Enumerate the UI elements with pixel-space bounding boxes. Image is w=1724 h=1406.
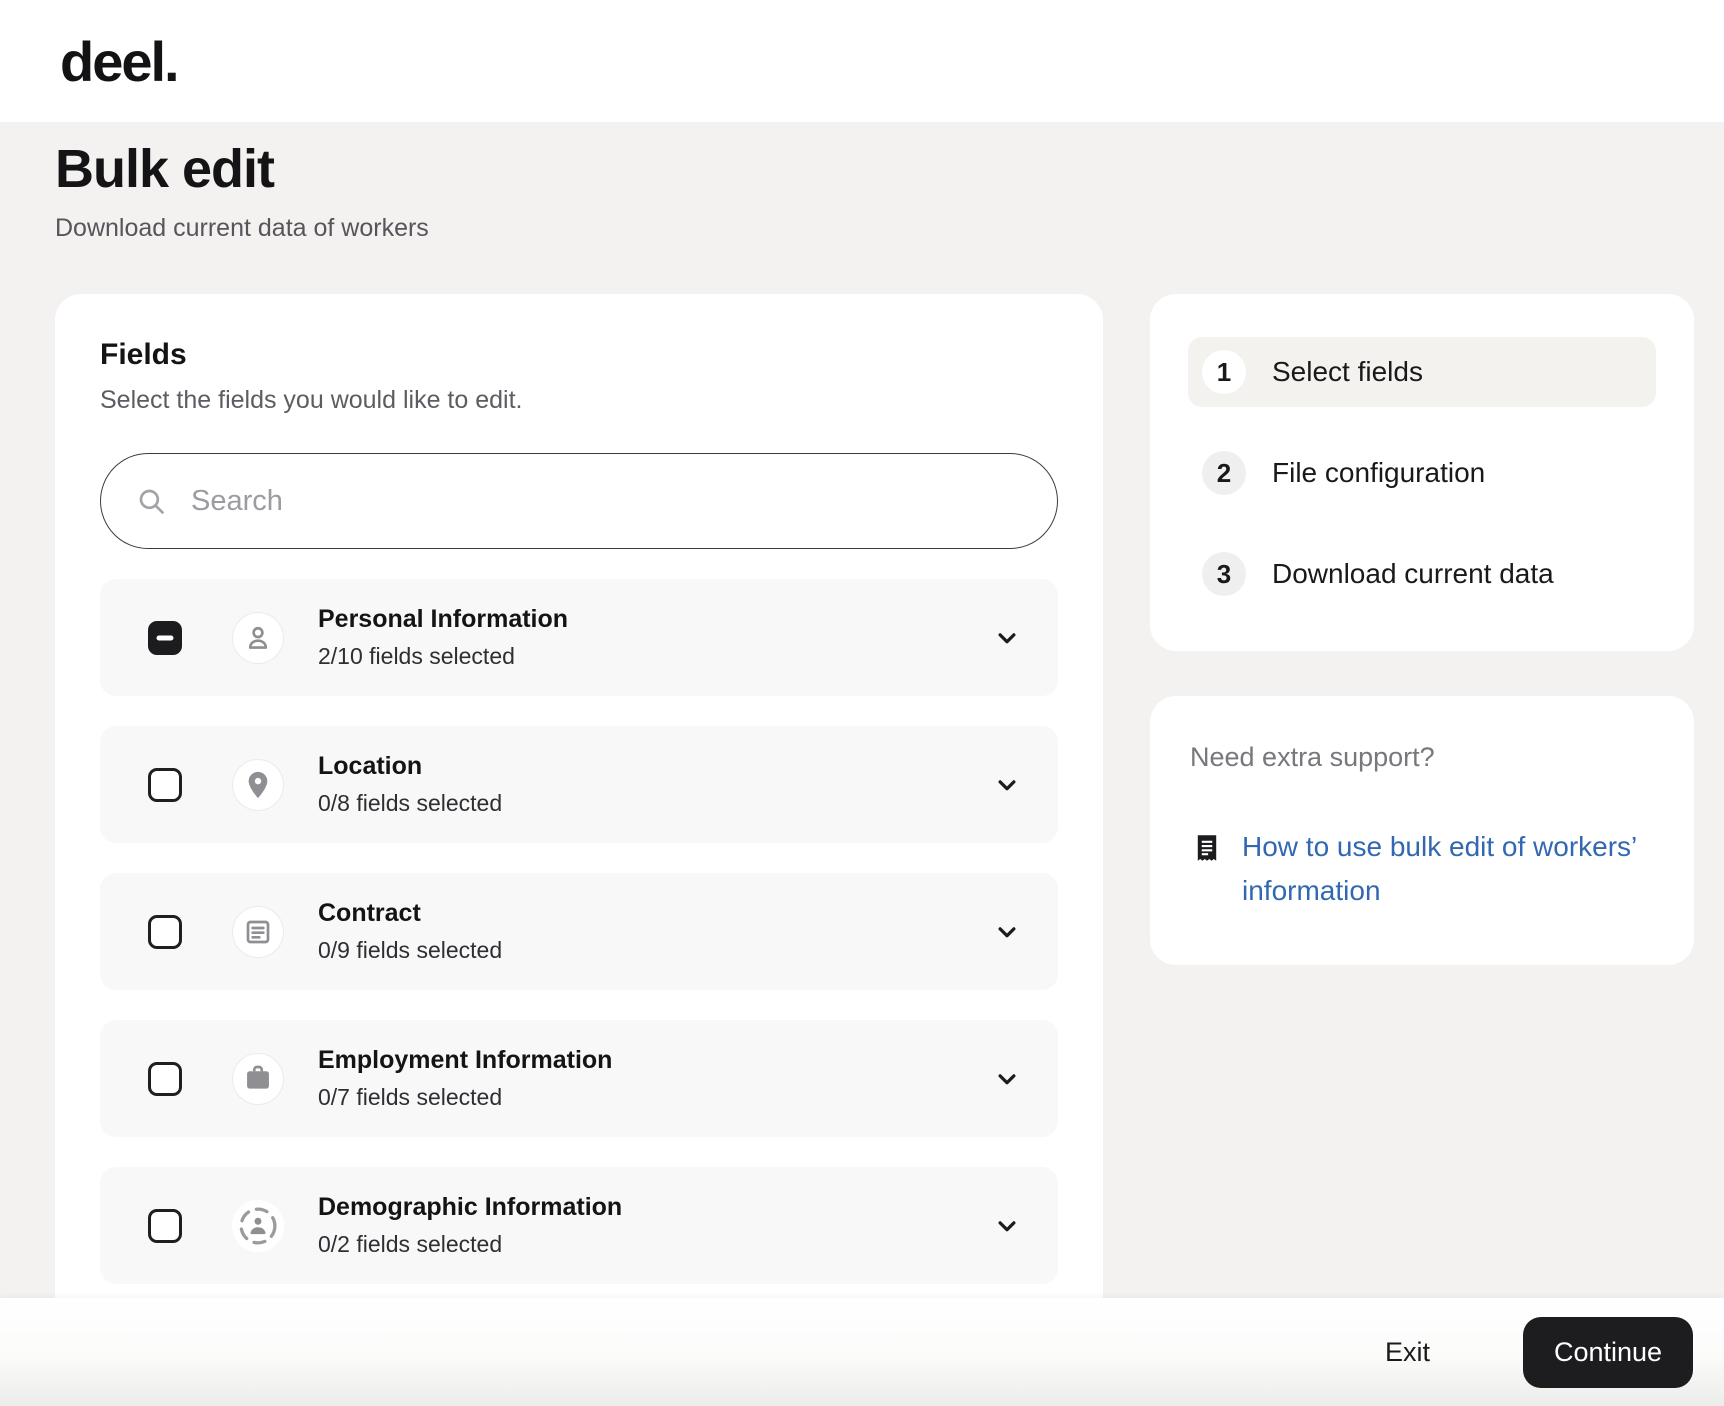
support-card: Need extra support? How to use bulk edit… <box>1150 696 1694 965</box>
deel-logo: deel. <box>60 29 180 93</box>
briefcase-icon <box>232 1052 284 1105</box>
field-category-row-personal-information[interactable]: Personal Information 2/10 fields selecte… <box>100 579 1058 696</box>
category-status: 2/10 fields selected <box>318 643 515 669</box>
category-status: 0/7 fields selected <box>318 1084 503 1110</box>
category-checkbox[interactable] <box>148 1061 182 1096</box>
category-title: Location <box>318 752 423 780</box>
step-label: File configuration <box>1272 457 1486 488</box>
exit-button[interactable]: Exit <box>1385 1337 1430 1368</box>
page-title: Bulk edit <box>55 139 275 199</box>
fields-subheading: Select the fields you would like to edit… <box>100 386 523 414</box>
chevron-down-icon[interactable] <box>992 770 1022 800</box>
contract-document-icon <box>232 905 284 958</box>
continue-button[interactable]: Continue <box>1523 1316 1693 1388</box>
demographic-person-icon <box>232 1199 284 1252</box>
category-checkbox[interactable] <box>148 620 182 655</box>
field-category-row-location[interactable]: Location 0/8 fields selected <box>100 726 1058 843</box>
category-checkbox[interactable] <box>148 1208 182 1243</box>
chevron-down-icon[interactable] <box>992 917 1022 947</box>
search-icon <box>135 485 167 517</box>
category-status: 0/2 fields selected <box>318 1231 503 1257</box>
step-label: Download current data <box>1272 558 1554 589</box>
step-select-fields[interactable]: 1 Select fields <box>1188 337 1656 407</box>
chevron-down-icon[interactable] <box>992 623 1022 653</box>
category-status: 0/8 fields selected <box>318 790 503 816</box>
support-help-link[interactable]: How to use bulk edit of workers’ informa… <box>1242 825 1652 913</box>
category-title: Contract <box>318 899 421 927</box>
page-subtitle: Download current data of workers <box>55 214 429 242</box>
location-pin-icon <box>232 758 284 811</box>
search-box[interactable] <box>100 453 1058 549</box>
fields-heading: Fields <box>100 338 187 371</box>
category-title: Personal Information <box>318 605 569 633</box>
page-content: Bulk edit Download current data of worke… <box>0 142 1724 1394</box>
article-receipt-icon <box>1190 831 1224 870</box>
field-category-row-demographic-information[interactable]: Demographic Information 0/2 fields selec… <box>100 1167 1058 1284</box>
search-input[interactable] <box>191 484 1023 518</box>
field-category-row-contract[interactable]: Contract 0/9 fields selected <box>100 873 1058 990</box>
fields-card: Fields Select the fields you would like … <box>55 294 1103 1394</box>
footer-action-bar: Exit Continue <box>0 1298 1724 1406</box>
step-number-badge: 3 <box>1202 552 1246 596</box>
step-file-configuration[interactable]: 2 File configuration <box>1188 438 1656 508</box>
step-number-badge: 1 <box>1202 350 1246 394</box>
chevron-down-icon[interactable] <box>992 1064 1022 1094</box>
support-title: Need extra support? <box>1190 742 1435 772</box>
step-download-current-data[interactable]: 3 Download current data <box>1188 539 1656 609</box>
chevron-down-icon[interactable] <box>992 1211 1022 1241</box>
category-checkbox[interactable] <box>148 767 182 802</box>
field-category-row-employment-information[interactable]: Employment Information 0/7 fields select… <box>100 1020 1058 1137</box>
category-title: Demographic Information <box>318 1193 623 1221</box>
category-checkbox[interactable] <box>148 914 182 949</box>
category-status: 0/9 fields selected <box>318 937 503 963</box>
person-icon <box>232 611 284 664</box>
step-label: Select fields <box>1272 356 1423 387</box>
top-header-bar: deel. <box>0 0 1724 122</box>
category-title: Employment Information <box>318 1046 613 1074</box>
steps-card: 1 Select fields 2 File configuration 3 D… <box>1150 294 1694 651</box>
sidebar: 1 Select fields 2 File configuration 3 D… <box>1150 294 1694 965</box>
step-number-badge: 2 <box>1202 451 1246 495</box>
